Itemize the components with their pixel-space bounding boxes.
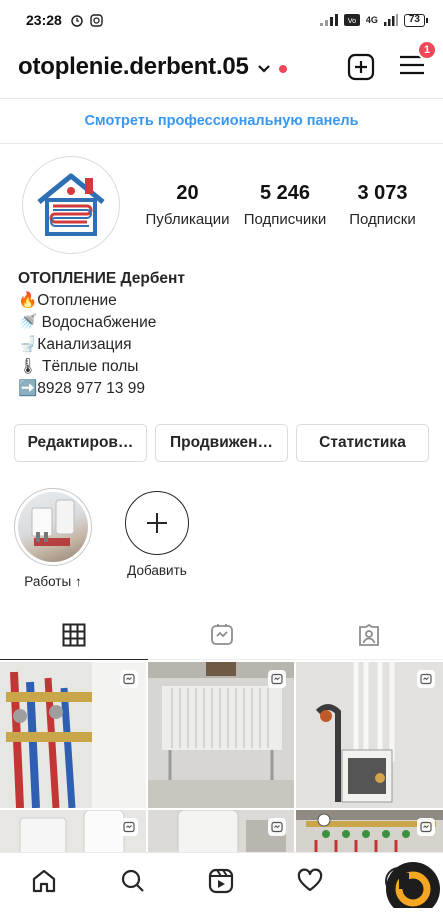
search-icon xyxy=(121,869,144,892)
status-time: 23:28 xyxy=(26,12,62,28)
highlight-cover-image xyxy=(18,492,88,562)
post-thumbnail[interactable] xyxy=(296,810,443,852)
profile-actions: Редактиров… Продвижен… Статистика xyxy=(14,424,429,462)
grid-icon xyxy=(62,623,86,646)
add-highlight-button[interactable] xyxy=(125,491,189,555)
stat-label: Подписчики xyxy=(243,211,327,228)
post-thumbnail[interactable] xyxy=(296,662,443,808)
signal-2-icon xyxy=(383,14,398,26)
chevron-down-icon[interactable] xyxy=(257,64,271,74)
bio-line: 🌡 Тёплые полы xyxy=(18,358,139,375)
bio-line: 🚿 Водоснабжение xyxy=(18,314,157,331)
highlight-ring[interactable] xyxy=(14,488,92,566)
highlight-label: Добавить xyxy=(127,563,187,578)
alarm-icon xyxy=(71,15,83,27)
stat-value: 20 xyxy=(176,182,199,204)
post-grid xyxy=(0,662,443,852)
create-post-icon[interactable] xyxy=(347,53,375,81)
post-thumbnail[interactable] xyxy=(148,810,294,852)
profile-bio: ОТОПЛЕНИЕ Дербент 🔥Отопление 🚿 Водоснабж… xyxy=(18,268,185,400)
stat-followers[interactable]: 5 246 Подписчики xyxy=(238,182,333,228)
bio-line: 🚽Канализация xyxy=(18,336,132,353)
notification-badge: 1 xyxy=(417,39,437,60)
tagged-icon xyxy=(359,623,380,646)
nav-search[interactable] xyxy=(111,859,155,903)
new-highlight[interactable]: Добавить xyxy=(118,488,196,589)
reels-icon xyxy=(210,623,233,645)
status-right-icons: Vo 4G 73 xyxy=(319,13,429,27)
tab-reels[interactable] xyxy=(148,610,296,659)
svg-text:Vo: Vo xyxy=(348,17,357,25)
tab-tagged[interactable] xyxy=(295,610,443,659)
edit-profile-button[interactable]: Редактиров… xyxy=(14,424,147,462)
menu-button[interactable]: 1 xyxy=(399,39,437,81)
status-bar: 23:28 Vo 4G 73 xyxy=(0,0,443,40)
highlight-item[interactable]: Работы ↑ xyxy=(14,488,92,589)
insights-button[interactable]: Статистика xyxy=(296,424,429,462)
nav-home[interactable] xyxy=(22,859,66,903)
home-icon xyxy=(33,869,56,892)
reel-badge-icon xyxy=(268,670,286,688)
avatar[interactable] xyxy=(22,156,120,254)
reel-badge-icon xyxy=(417,670,435,688)
username[interactable]: otoplenie.derbent.05 xyxy=(18,53,249,81)
promote-button[interactable]: Продвижен… xyxy=(155,424,288,462)
bottom-nav xyxy=(0,852,443,908)
stat-posts[interactable]: 20 Публикации xyxy=(140,182,235,228)
profile-header: otoplenie.derbent.05 1 xyxy=(0,39,443,90)
stat-following[interactable]: 3 073 Подписки xyxy=(335,182,430,228)
network-type: 4G xyxy=(365,15,378,25)
post-thumbnail[interactable] xyxy=(0,662,146,808)
professional-dashboard-link[interactable]: Смотреть профессиональную панель xyxy=(0,98,443,144)
profile-name: ОТОПЛЕНИЕ Дербент xyxy=(18,270,185,287)
bio-phone[interactable]: ➡️8928 977 13 99 xyxy=(18,378,185,400)
tab-grid[interactable] xyxy=(0,610,148,660)
volte-icon: Vo xyxy=(343,14,360,26)
highlight-label: Работы ↑ xyxy=(24,574,82,589)
heart-icon xyxy=(297,868,323,891)
battery-indicator: 73 xyxy=(403,13,429,27)
status-notification-icons xyxy=(70,13,103,27)
profile-tabs xyxy=(0,610,443,660)
unread-dot xyxy=(278,65,287,73)
instagram-small-icon xyxy=(90,13,103,27)
story-highlights: Работы ↑ Добавить xyxy=(14,488,196,589)
profile-stats: 20 Публикации 5 246 Подписчики 3 073 Под… xyxy=(140,182,430,228)
nav-reels[interactable] xyxy=(199,859,243,903)
nav-activity[interactable] xyxy=(288,859,332,903)
bio-line: 🔥Отопление xyxy=(18,292,117,309)
reels-icon xyxy=(209,868,234,893)
stat-label: Публикации xyxy=(145,211,230,228)
reel-badge-icon xyxy=(268,818,286,836)
post-thumbnail[interactable] xyxy=(148,662,294,808)
gesture-bar xyxy=(0,908,443,920)
post-thumbnail[interactable] xyxy=(0,810,146,852)
stat-value: 5 246 xyxy=(259,182,311,204)
reel-badge-icon xyxy=(417,818,435,836)
signal-icon xyxy=(319,14,338,26)
stat-value: 3 073 xyxy=(357,182,408,204)
stat-label: Подписки xyxy=(349,211,416,228)
reel-badge-icon xyxy=(120,818,138,836)
app-bubble-icon xyxy=(395,871,431,907)
plus-icon xyxy=(147,513,167,533)
company-logo-icon xyxy=(37,173,105,236)
reel-badge-icon xyxy=(120,670,138,688)
